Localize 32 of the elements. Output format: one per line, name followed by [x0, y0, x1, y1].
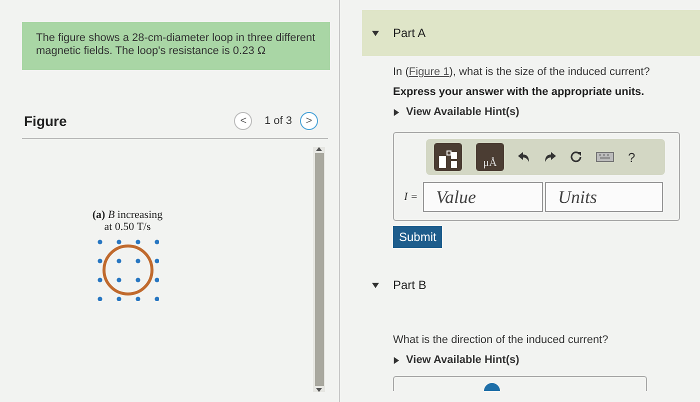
instruction-text: Express your answer with the appropriate units. [393, 86, 646, 98]
redo-icon[interactable] [544, 152, 556, 162]
units-button[interactable]: μÅ [476, 143, 504, 171]
scroll-up-icon[interactable] [316, 147, 322, 151]
part-header[interactable]: Part B [362, 270, 700, 300]
figure-caption: at 0.50 T/s [104, 221, 151, 233]
value-field[interactable]: Value [423, 182, 543, 212]
figure-title: Figure [24, 113, 68, 129]
part-header[interactable]: Part A [362, 10, 700, 56]
reset-icon[interactable] [570, 151, 582, 163]
question-text: What is the direction of the induced current? [393, 334, 610, 346]
loop-drawing [96, 239, 158, 301]
page-count: 1 of 3 [264, 115, 292, 127]
scroll-down-icon[interactable] [316, 388, 322, 392]
figure-caption: (a) B increasing [92, 209, 163, 221]
variable-label: I = [404, 191, 419, 203]
units-field[interactable]: Units [545, 182, 663, 212]
next-button[interactable]: > [300, 112, 318, 130]
scrollbar[interactable] [313, 147, 325, 392]
hint-toggle[interactable]: View Available Hint(s) [393, 354, 520, 366]
problem-text: The figure shows a 28-cm-diameter loop in three different magnetic fields. The loop's resistance is 0.23 Ω [22, 22, 330, 70]
question-text: In (Figure 1), what is the size of the induced current? [393, 66, 651, 78]
hint-toggle[interactable]: View Available Hint(s) [393, 106, 520, 118]
previous-button[interactable]: < [234, 112, 252, 130]
caret-icon [393, 108, 400, 116]
caret-icon [393, 356, 400, 364]
submit-button[interactable]: Submit [393, 226, 442, 248]
undo-icon[interactable] [518, 152, 530, 162]
help-button[interactable]: ? [628, 150, 636, 164]
keyboard-icon[interactable] [596, 152, 614, 162]
template-button[interactable] [434, 143, 462, 171]
figure-link[interactable]: Figure 1 [408, 66, 450, 78]
